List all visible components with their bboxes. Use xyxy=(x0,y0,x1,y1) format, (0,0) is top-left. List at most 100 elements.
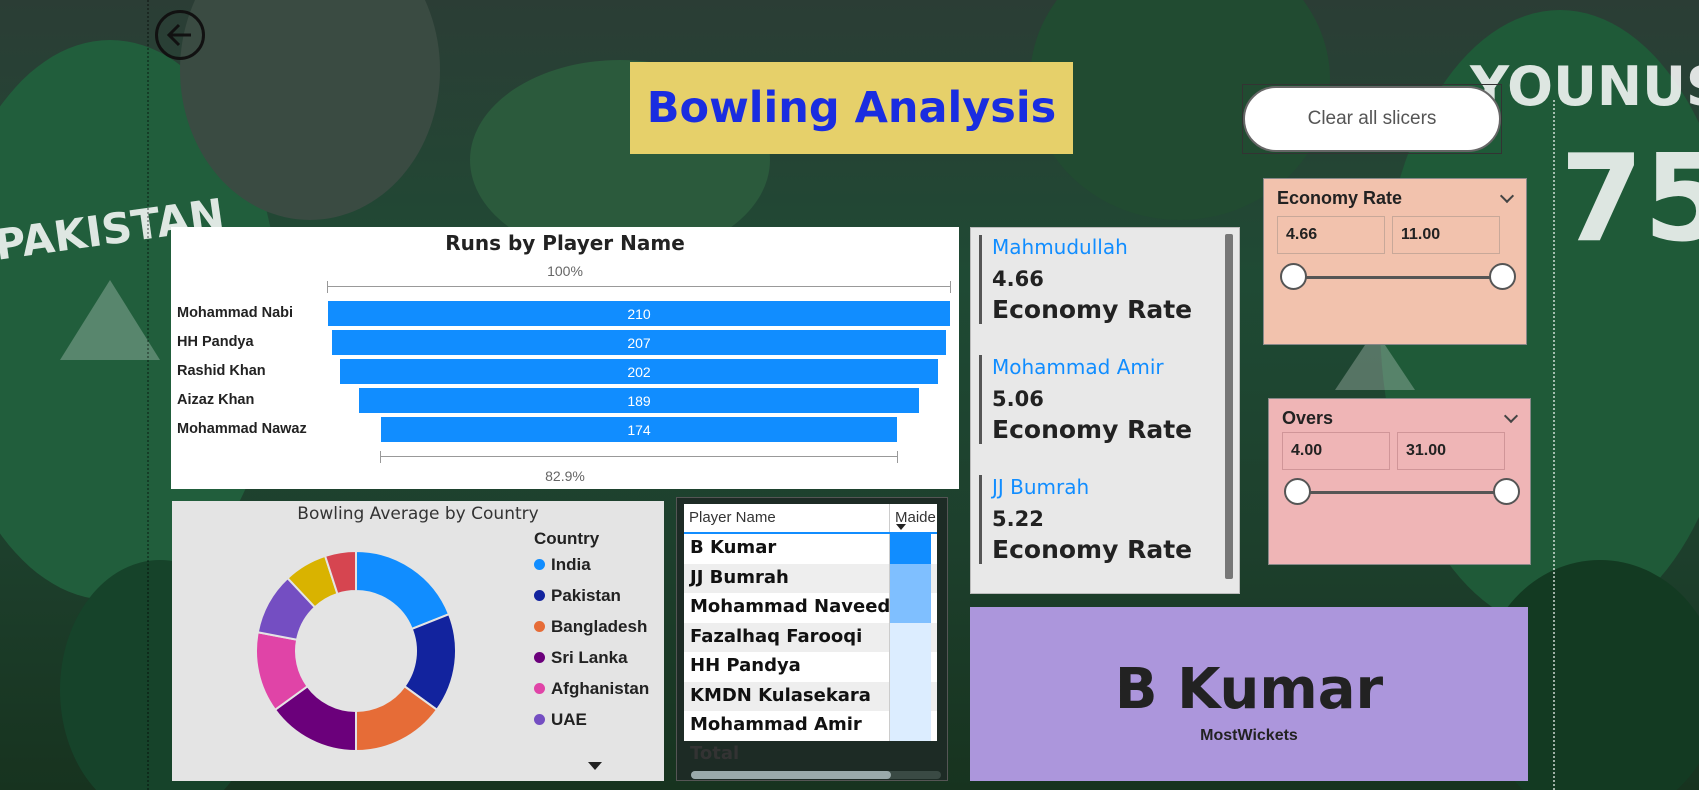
slider-track[interactable] xyxy=(1294,276,1504,279)
donut-slice[interactable] xyxy=(355,549,451,631)
table-row[interactable]: Fazalhaq Farooqi xyxy=(684,622,937,652)
funnel-bar[interactable]: 202 xyxy=(339,359,939,384)
legend-dot-icon xyxy=(534,652,545,663)
legend-label: Sri Lanka xyxy=(551,648,628,667)
table-total-row: Total xyxy=(684,740,937,767)
page-title-banner: Bowling Analysis xyxy=(630,62,1073,154)
card-row: JJ Bumrah 5.22 Economy Rate xyxy=(979,475,1209,564)
legend-item[interactable]: Afghanistan xyxy=(534,679,649,710)
table-horizontal-scrollbar[interactable] xyxy=(691,771,941,779)
bowling-average-donut-chart: Bowling Average by Country Country India… xyxy=(172,501,664,781)
funnel-bottom-percent: 82.9% xyxy=(545,468,585,484)
funnel-row-label: HH Pandya xyxy=(177,334,254,350)
funnel-bar[interactable]: 174 xyxy=(381,417,897,442)
legend-label: Afghanistan xyxy=(551,679,650,698)
legend-dot-icon xyxy=(534,621,545,632)
chevron-down-icon[interactable] xyxy=(1503,408,1519,424)
arrow-left-icon xyxy=(166,23,191,47)
funnel-row-label: Mohammad Nawaz xyxy=(177,421,307,437)
guide-line xyxy=(1553,100,1555,790)
scroll-thumb[interactable] xyxy=(691,771,891,779)
table-row[interactable]: B Kumar xyxy=(684,534,937,564)
economy-min-input[interactable]: 4.66 xyxy=(1277,216,1385,254)
legend-item[interactable]: Sri Lanka xyxy=(534,648,649,679)
guide-line xyxy=(147,0,149,790)
card-row-label: Economy Rate xyxy=(992,415,1193,444)
funnel-row-label: Rashid Khan xyxy=(177,363,266,379)
player-name-cell: HH Pandya xyxy=(684,652,890,682)
page-title: Bowling Analysis xyxy=(646,83,1057,133)
table-row[interactable]: JJ Bumrah xyxy=(684,563,937,593)
slider-min-handle[interactable] xyxy=(1284,478,1311,505)
player-name-cell: Mohammad Naveed xyxy=(684,593,890,623)
card-vertical-scrollbar[interactable] xyxy=(1225,234,1233,579)
legend-item[interactable]: UAE xyxy=(534,710,649,741)
column-header-maidens[interactable]: Maide xyxy=(890,504,937,532)
overs-min-input[interactable]: 4.00 xyxy=(1282,432,1390,470)
legend-label: Bangladesh xyxy=(551,617,648,636)
slicer-title: Overs xyxy=(1282,408,1334,428)
legend-dot-icon xyxy=(534,683,545,694)
funnel-top-percent: 100% xyxy=(547,263,583,279)
column-header-player-name[interactable]: Player Name xyxy=(684,504,890,532)
legend-title: Country xyxy=(534,529,600,548)
table-row[interactable]: Mohammad Amir xyxy=(684,711,937,741)
slider-track[interactable] xyxy=(1299,491,1509,494)
funnel-bar[interactable]: 207 xyxy=(332,330,946,355)
legend-dot-icon xyxy=(534,714,545,725)
legend-dot-icon xyxy=(534,559,545,570)
table-row[interactable]: KMDN Kulasekara xyxy=(684,681,937,711)
legend-item[interactable]: Pakistan xyxy=(534,586,649,617)
card-row-value: 4.66 xyxy=(992,267,1044,291)
funnel-row-label: Mohammad Nabi xyxy=(177,305,294,321)
card-row-label: Economy Rate xyxy=(992,535,1193,564)
player-name-cell: B Kumar xyxy=(684,534,890,564)
card-row-name: JJ Bumrah xyxy=(992,475,1090,499)
legend-item[interactable]: India xyxy=(534,555,649,586)
table-header: Player Name Maide xyxy=(684,504,937,534)
card-row: Mohammad Amir 5.06 Economy Rate xyxy=(979,355,1209,444)
economy-rate-slicer: Economy Rate 4.66 11.00 xyxy=(1263,178,1527,345)
funnel-bar[interactable]: 210 xyxy=(328,301,950,326)
jersey-text-right: YOUNUS xyxy=(1470,55,1699,118)
chevron-down-icon[interactable] xyxy=(1499,188,1515,204)
funnel-title: Runs by Player Name xyxy=(445,231,685,255)
overs-max-input[interactable]: 31.00 xyxy=(1397,432,1505,470)
slider-min-handle[interactable] xyxy=(1280,263,1307,290)
card-row-name: Mohammad Amir xyxy=(992,355,1164,379)
legend-scroll-down-icon[interactable] xyxy=(588,762,602,770)
economy-rate-multirow-card: Mahmudullah 4.66 Economy Rate Mohammad Amir… xyxy=(970,227,1240,594)
maidens-data-bar xyxy=(890,622,931,652)
table-row[interactable]: HH Pandya xyxy=(684,652,937,682)
kpi-value: B Kumar xyxy=(1114,657,1384,722)
maidens-data-bar xyxy=(890,652,931,682)
player-name-cell: KMDN Kulasekara xyxy=(684,681,890,711)
donut-legend: Country India Pakistan Bangladesh Sri Lanka… xyxy=(534,529,649,741)
funnel-top-bracket xyxy=(327,281,951,293)
card-row-value: 5.06 xyxy=(992,387,1044,411)
slicer-title: Economy Rate xyxy=(1277,188,1403,208)
clear-slicers-button[interactable]: Clear all slicers xyxy=(1243,86,1501,152)
funnel-bottom-bracket xyxy=(380,451,898,463)
card-row: Mahmudullah 4.66 Economy Rate xyxy=(979,235,1209,324)
runs-funnel-chart: Runs by Player Name 100% Mohammad Nabi 21… xyxy=(171,227,959,489)
legend-label: Pakistan xyxy=(551,586,621,605)
funnel-bar[interactable]: 189 xyxy=(359,388,919,413)
slider-max-handle[interactable] xyxy=(1493,478,1520,505)
maidens-data-bar xyxy=(890,563,931,593)
legend-item[interactable]: Bangladesh xyxy=(534,617,649,648)
slider-max-handle[interactable] xyxy=(1489,263,1516,290)
card-row-label: Economy Rate xyxy=(992,295,1193,324)
player-name-cell: Mohammad Amir xyxy=(684,711,890,741)
donut-title: Bowling Average by Country xyxy=(297,504,539,524)
maidens-data-bar xyxy=(890,593,931,623)
card-row-value: 5.22 xyxy=(992,507,1044,531)
kpi-label: MostWickets xyxy=(1200,727,1298,744)
maidens-table: Player Name Maide B Kumar JJ Bumrah Mohamm… xyxy=(676,497,948,781)
economy-max-input[interactable]: 11.00 xyxy=(1392,216,1500,254)
table-row[interactable]: Mohammad Naveed xyxy=(684,593,937,623)
player-name-cell: JJ Bumrah xyxy=(684,563,890,593)
jersey-number: 75 xyxy=(1560,130,1699,269)
donut-svg xyxy=(255,549,457,753)
back-button[interactable] xyxy=(155,10,205,60)
